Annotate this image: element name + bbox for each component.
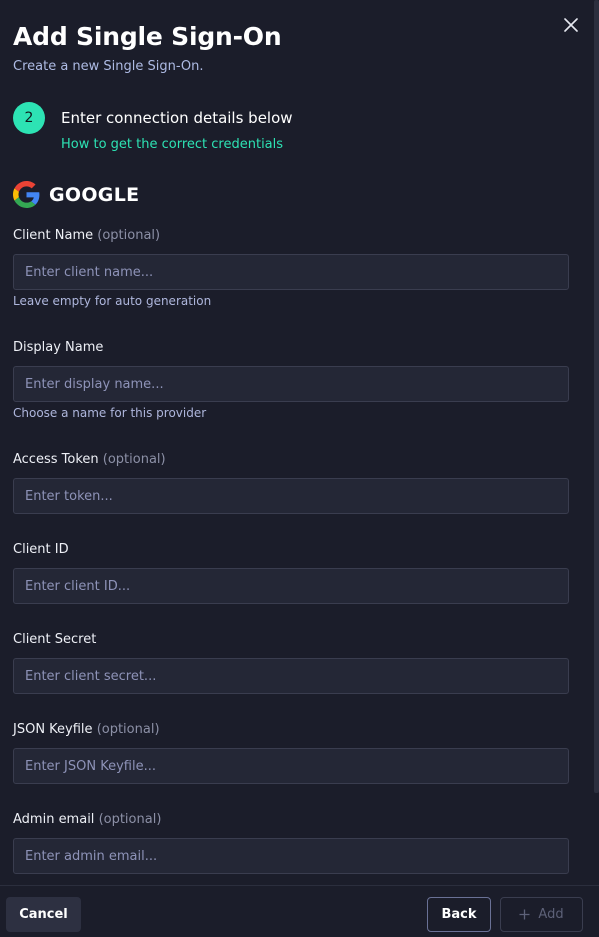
client-id-input[interactable] — [13, 568, 569, 604]
provider-name: GOOGLE — [49, 184, 140, 206]
client-name-label: Client Name (optional) — [13, 228, 160, 243]
json-keyfile-optional-text: (optional) — [96, 722, 160, 737]
cancel-button[interactable]: Cancel — [6, 897, 81, 932]
display-name-label: Display Name — [13, 340, 103, 355]
access-token-label-text: Access Token — [13, 452, 99, 467]
credentials-help-link[interactable]: How to get the correct credentials — [61, 137, 283, 152]
client-name-label-text: Client Name — [13, 228, 94, 243]
close-button[interactable] — [560, 14, 582, 36]
access-token-label: Access Token (optional) — [13, 452, 166, 467]
modal-footer: Cancel Back Add — [0, 885, 599, 937]
page-title: Add Single Sign-On — [13, 22, 282, 51]
client-secret-input[interactable] — [13, 658, 569, 694]
client-name-optional-text: (optional) — [97, 228, 161, 243]
admin-email-input[interactable] — [13, 838, 569, 874]
page-subtitle: Create a new Single Sign-On. — [13, 59, 204, 74]
scrollbar[interactable] — [594, 0, 599, 793]
plus-icon — [519, 909, 530, 920]
client-secret-label: Client Secret — [13, 632, 96, 647]
access-token-input[interactable] — [13, 478, 569, 514]
add-sso-modal: Add Single Sign-On Create a new Single S… — [0, 0, 599, 937]
client-name-hint: Leave empty for auto generation — [13, 294, 212, 308]
json-keyfile-input[interactable] — [13, 748, 569, 784]
access-token-optional-text: (optional) — [102, 452, 166, 467]
json-keyfile-label-text: JSON Keyfile — [13, 722, 93, 737]
client-id-label: Client ID — [13, 542, 69, 557]
step-number-badge: 2 — [13, 102, 45, 134]
client-id-label-text: Client ID — [13, 542, 69, 557]
admin-email-label-text: Admin email — [13, 812, 95, 827]
add-button[interactable]: Add — [500, 897, 583, 932]
admin-email-optional-text: (optional) — [98, 812, 162, 827]
display-name-hint: Choose a name for this provider — [13, 406, 207, 420]
step-title: Enter connection details below — [61, 109, 293, 127]
add-button-label: Add — [538, 907, 564, 922]
admin-email-label: Admin email (optional) — [13, 812, 161, 827]
back-button[interactable]: Back — [427, 897, 491, 932]
close-icon — [564, 18, 578, 32]
client-name-input[interactable] — [13, 254, 569, 290]
json-keyfile-label: JSON Keyfile (optional) — [13, 722, 160, 737]
google-logo-icon — [13, 181, 40, 208]
display-name-label-text: Display Name — [13, 340, 104, 355]
client-secret-label-text: Client Secret — [13, 632, 97, 647]
display-name-input[interactable] — [13, 366, 569, 402]
